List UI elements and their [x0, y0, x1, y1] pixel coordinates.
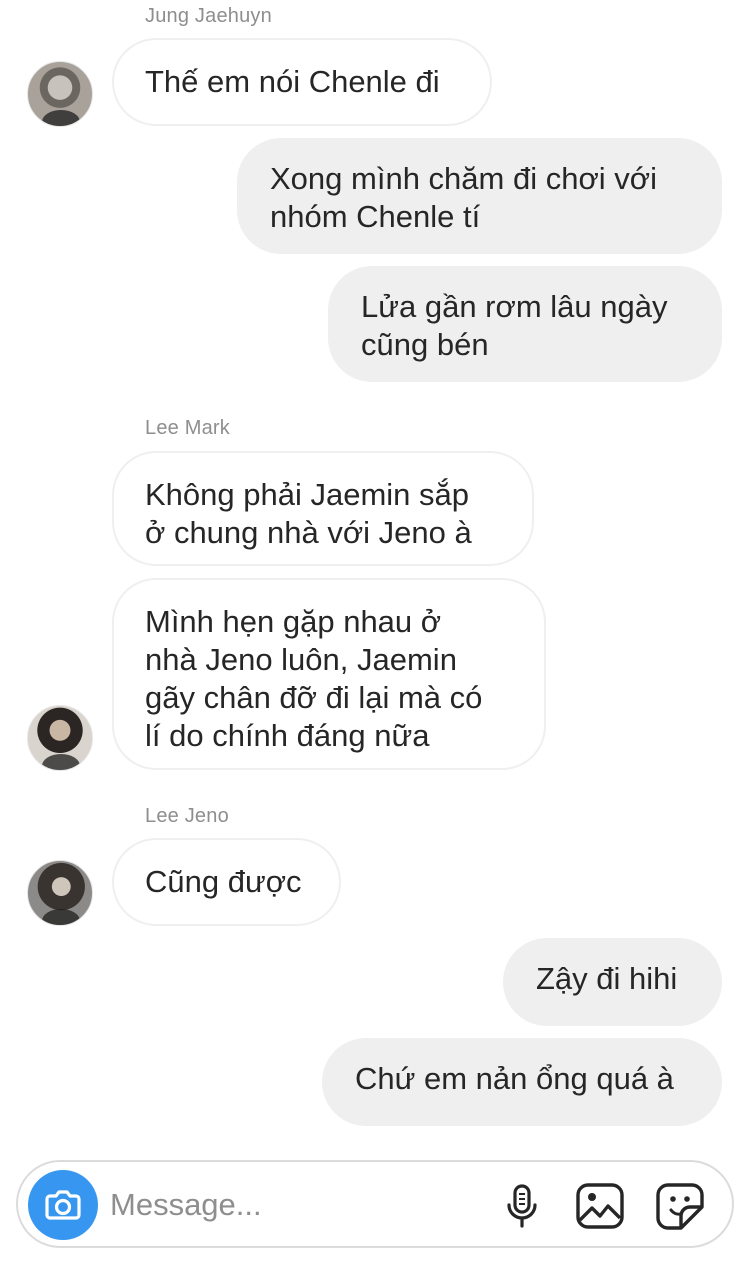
sticker-icon	[656, 1183, 704, 1230]
gallery-button[interactable]	[574, 1180, 626, 1232]
message-bubble-incoming[interactable]: Thế em nói Chenle đi	[112, 38, 492, 126]
avatar-jeno[interactable]	[27, 860, 93, 926]
sticker-button[interactable]	[654, 1180, 706, 1232]
sender-name: Lee Jeno	[145, 805, 229, 827]
message-bubble-outgoing[interactable]: Zậy đi hihi	[503, 938, 722, 1026]
message-composer	[16, 1160, 734, 1248]
gallery-icon	[576, 1183, 624, 1229]
camera-icon	[45, 1190, 81, 1220]
avatar-mark[interactable]	[27, 705, 93, 771]
avatar-jaehyun[interactable]	[27, 61, 93, 127]
sender-name: Lee Mark	[145, 417, 230, 439]
message-bubble-incoming[interactable]: Không phải Jaemin sắp ở chung nhà với Je…	[112, 451, 534, 566]
message-bubble-outgoing[interactable]: Xong mình chăm đi chơi với nhóm Chenle t…	[237, 138, 722, 254]
message-bubble-outgoing[interactable]: Lửa gần rơm lâu ngày cũng bén	[328, 266, 722, 382]
message-bubble-incoming[interactable]: Mình hẹn gặp nhau ở nhà Jeno luôn, Jaemi…	[112, 578, 546, 770]
message-input[interactable]	[110, 1182, 480, 1228]
message-bubble-incoming[interactable]: Cũng được	[112, 838, 341, 926]
chat-thread: Jung Jaehuyn Thế em nói Chenle đi Xong m…	[0, 0, 750, 1272]
microphone-button[interactable]	[496, 1180, 548, 1232]
camera-button[interactable]	[28, 1170, 98, 1240]
sender-name: Jung Jaehuyn	[145, 5, 272, 27]
message-bubble-outgoing[interactable]: Chứ em nản ổng quá à	[322, 1038, 722, 1126]
microphone-icon	[507, 1184, 537, 1228]
